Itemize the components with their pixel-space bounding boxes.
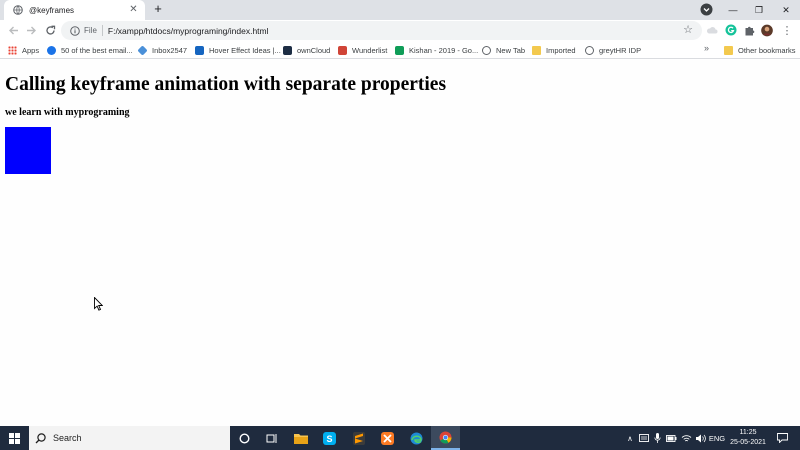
bookmark-label: Apps [22,45,40,55]
task-view-icon[interactable] [257,426,286,450]
bookmark-label: Wunderlist [352,45,388,55]
grammarly-extension-icon[interactable] [725,24,737,36]
apps-grid-icon [8,45,17,55]
bookmarks-bar: Apps 50 of the best email... Inbox2547 H… [0,41,800,59]
chevron-up-icon[interactable]: ∧ [624,426,636,450]
tab-keyframes[interactable]: @keyframes ✕ [4,0,145,20]
bookmark-label: Other bookmarks [738,45,796,55]
bookmark-label: 50 of the best email... [61,45,133,55]
back-button[interactable] [6,23,20,37]
avatar[interactable] [761,24,773,36]
puzzle-icon[interactable] [743,24,755,36]
forward-button[interactable] [24,23,38,37]
mouse-cursor-icon [94,296,104,311]
bookmark-kishan[interactable]: Kishan - 2019 - Go... [395,43,478,57]
start-button[interactable] [0,426,29,450]
battery-icon[interactable] [665,426,677,450]
svg-text:S: S [326,434,332,444]
bookmark-label: Kishan - 2019 - Go... [409,45,479,55]
bookmark-inbox[interactable]: Inbox2547 [137,43,188,57]
file-label: File [84,26,97,35]
bookmark-owncloud[interactable]: ownCloud [283,43,330,57]
bookmark-label: ownCloud [297,45,331,55]
folder-icon [724,45,733,55]
restore-button[interactable]: ❐ [745,0,773,20]
chrome-icon[interactable] [431,426,460,450]
keyboard-icon[interactable] [638,426,650,450]
clock-time: 11:25 [739,429,757,436]
cloud-extension-icon[interactable] [706,24,718,36]
edge-icon[interactable] [402,426,431,450]
new-tab-button[interactable]: + [151,2,165,16]
bookmark-greythr[interactable]: greytHR IDP [585,43,641,57]
bookmark-label: Hover Effect Ideas |... [209,45,281,55]
bookmark-label: New Tab [496,45,526,55]
star-box-icon [338,45,347,55]
clock-date: 25-05-2021 [730,439,766,446]
tab-strip: @keyframes ✕ + — ❐ ✕ [0,0,800,20]
microphone-icon[interactable] [651,426,663,450]
page-subtitle: we learn with myprograming [5,107,130,118]
notification-icon[interactable] [772,426,792,450]
reload-icon [45,25,55,35]
folder-icon [532,45,541,55]
bookmark-other[interactable]: Other bookmarks [724,43,796,57]
skype-icon[interactable]: S [315,426,344,450]
page-content: Calling keyframe animation with separate… [0,60,800,426]
minimize-button[interactable]: — [719,0,747,20]
search-icon [35,432,46,443]
arrow-left-icon [8,26,18,34]
url-text[interactable]: F:/xampp/htdocs/myprograming/index.html [108,26,269,36]
arrow-right-icon [26,26,36,34]
mail-icon [137,44,148,56]
bookmark-hover-effect[interactable]: Hover Effect Ideas |... [195,43,281,57]
volume-icon[interactable] [694,426,706,450]
cloud-icon [283,45,292,55]
page-title: Calling keyframe animation with separate… [5,74,447,95]
cortana-icon[interactable] [230,426,259,450]
divider [101,25,103,36]
star-icon[interactable]: ☆ [683,24,693,36]
taskbar: Search S ∧ ENG 11:25 25-05-2021 [0,426,800,450]
globe-icon [482,45,491,55]
reload-button[interactable] [43,23,57,37]
bookmark-apps[interactable]: Apps [8,43,39,57]
globe-icon [585,45,594,55]
bookmark-label: Imported [546,45,576,55]
bookmark-wunderlist[interactable]: Wunderlist [338,43,387,57]
bookmark-email[interactable]: 50 of the best email... [47,43,133,57]
windows-icon [9,432,20,444]
menu-icon[interactable]: ⋮ [781,24,793,37]
tab-search-icon[interactable] [700,3,713,16]
taskbar-search[interactable]: Search [29,426,230,450]
globe-icon [13,5,23,15]
sheets-icon [395,45,404,55]
bookmark-label: Inbox2547 [152,45,188,55]
wifi-icon[interactable] [680,426,692,450]
chevron-double-right-icon[interactable]: » [704,43,709,53]
info-icon[interactable] [70,25,80,36]
close-window-button[interactable]: ✕ [772,0,800,20]
search-placeholder: Search [53,433,82,443]
browser-window: @keyframes ✕ + — ❐ ✕ File F:/xampp/htdoc… [0,0,800,426]
clock[interactable]: 11:25 25-05-2021 [720,428,776,448]
bookmark-label: greytHR IDP [599,45,642,55]
bookmark-new-tab[interactable]: New Tab [482,43,525,57]
animated-box [5,127,51,174]
xampp-icon[interactable] [373,426,402,450]
address-bar[interactable]: File F:/xampp/htdocs/myprograming/index.… [61,21,702,40]
sublime-text-icon[interactable] [344,426,373,450]
bookmark-icon [195,45,204,55]
toolbar: File F:/xampp/htdocs/myprograming/index.… [0,20,800,41]
c-circle-icon [47,45,56,55]
file-explorer-icon[interactable] [286,426,315,450]
bookmark-imported[interactable]: Imported [532,43,576,57]
close-icon[interactable]: ✕ [128,4,139,15]
tab-title: @keyframes [29,5,75,15]
